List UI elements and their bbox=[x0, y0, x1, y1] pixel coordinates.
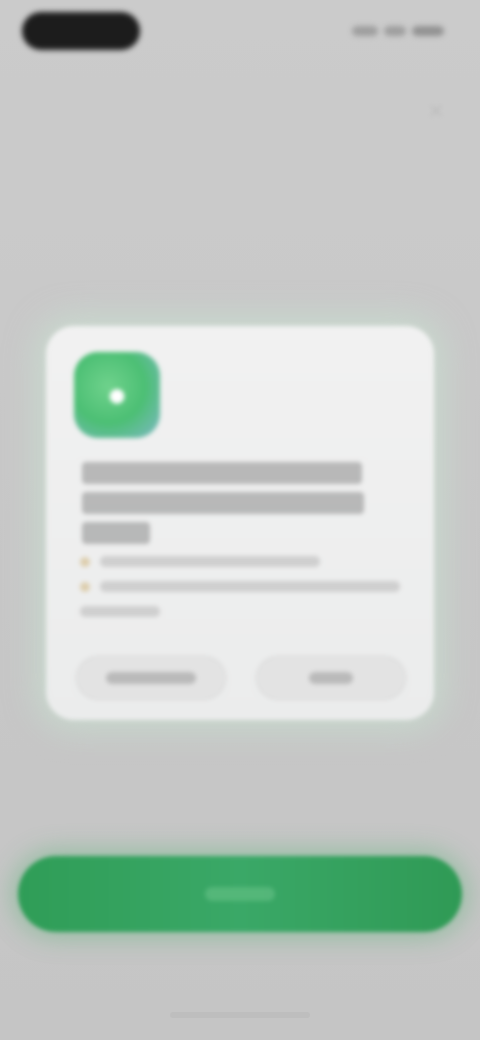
description-line bbox=[100, 581, 400, 592]
description-row bbox=[80, 556, 410, 567]
dialog-title-line bbox=[82, 522, 150, 544]
dialog-title bbox=[82, 462, 382, 552]
screen: ✕ ● bbox=[0, 0, 480, 1040]
bullet-icon bbox=[80, 556, 90, 567]
button-text-placeholder bbox=[309, 672, 353, 684]
dialog-secondary-button[interactable] bbox=[76, 656, 226, 700]
primary-button[interactable] bbox=[18, 856, 462, 932]
description-line bbox=[100, 556, 320, 567]
dialog-title-line bbox=[82, 492, 364, 514]
button-text-placeholder bbox=[205, 887, 275, 901]
button-text-placeholder bbox=[106, 672, 196, 684]
dialog: ● bbox=[46, 326, 434, 720]
app-icon: ● bbox=[74, 352, 160, 438]
dialog-title-line bbox=[82, 462, 362, 484]
status-icons bbox=[352, 24, 444, 38]
dialog-primary-button[interactable] bbox=[256, 656, 406, 700]
home-indicator bbox=[170, 1012, 310, 1018]
bullet-icon bbox=[80, 581, 90, 592]
signal-icon bbox=[352, 26, 378, 36]
status-bar bbox=[0, 0, 480, 70]
description-row bbox=[80, 581, 410, 592]
description-row bbox=[80, 606, 410, 617]
close-icon[interactable]: ✕ bbox=[424, 100, 448, 124]
description-line bbox=[80, 606, 160, 617]
wifi-icon bbox=[384, 26, 406, 36]
dialog-buttons bbox=[76, 656, 406, 700]
status-time bbox=[22, 12, 140, 50]
dialog-description bbox=[80, 556, 410, 631]
battery-icon bbox=[412, 26, 444, 36]
